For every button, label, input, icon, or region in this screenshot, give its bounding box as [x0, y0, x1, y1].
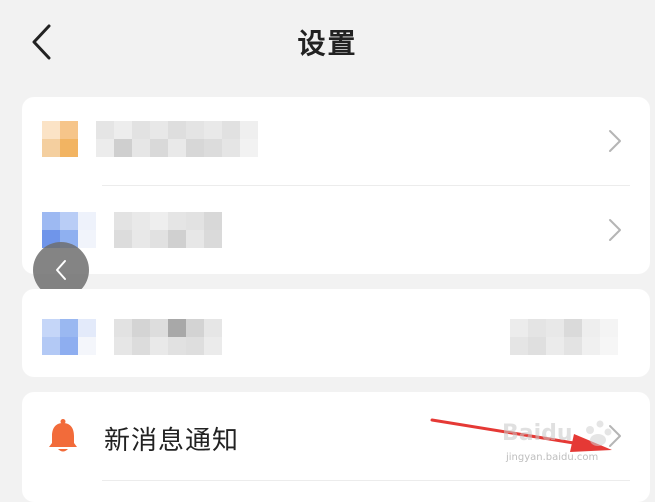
account-row-1[interactable]	[22, 97, 650, 185]
blurred-avatar-icon	[42, 319, 96, 355]
blurred-account-text	[96, 121, 258, 157]
blurred-account-text	[114, 212, 222, 248]
bell-icon	[49, 419, 77, 452]
new-message-notification-label: 新消息通知	[104, 426, 240, 456]
divider	[102, 480, 630, 481]
blurred-row-value	[510, 319, 618, 355]
svg-text:Baidu: Baidu	[502, 421, 573, 446]
watermark: Baidu jingyan.baidu.com	[500, 412, 630, 472]
header-bar: 设置	[0, 0, 655, 88]
blurred-row-text	[114, 319, 222, 355]
watermark-url: jingyan.baidu.com	[506, 452, 599, 463]
blurred-row[interactable]	[22, 289, 650, 377]
chevron-right-icon	[609, 219, 621, 241]
baidu-logo-icon: Baidu	[502, 420, 612, 446]
chevron-right-icon	[609, 130, 621, 152]
account-card-2	[22, 289, 650, 377]
page-title: 设置	[297, 27, 358, 60]
account-row-2[interactable]	[22, 186, 650, 274]
chevron-left-icon	[56, 260, 66, 280]
account-card	[22, 97, 650, 274]
blurred-avatar-icon	[42, 121, 78, 157]
